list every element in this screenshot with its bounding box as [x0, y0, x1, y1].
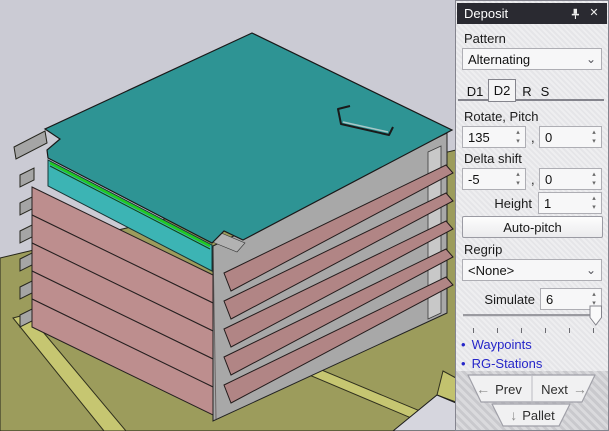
simulate-slider-track[interactable] — [463, 314, 601, 317]
spinner-buttons[interactable]: ▴ ▾ — [511, 127, 525, 147]
spin-up-icon: ▴ — [516, 171, 520, 178]
slider-tick — [569, 328, 570, 333]
pallet-button-label: Pallet — [522, 407, 555, 423]
height-value: 1 — [544, 195, 552, 211]
prev-button[interactable]: ← Prev — [469, 379, 529, 399]
separator: , — [531, 130, 535, 145]
spin-down-icon: ▾ — [592, 204, 596, 211]
pitch-field[interactable]: 0 ▴ ▾ — [539, 126, 602, 148]
pattern-dropdown[interactable]: Alternating ⌄ — [462, 48, 602, 70]
regrip-dropdown-value: <None> — [468, 262, 515, 278]
pallet-button[interactable]: ↓ Pallet — [490, 405, 575, 425]
spin-up-icon: ▴ — [592, 195, 596, 202]
pin-icon[interactable] — [569, 8, 581, 20]
tab-d1[interactable]: D1 — [462, 81, 488, 101]
separator: , — [531, 172, 535, 187]
spinner-buttons[interactable]: ▴ ▾ — [511, 169, 525, 189]
delta-x-value: -5 — [468, 171, 480, 187]
spin-down-icon: ▾ — [592, 180, 596, 187]
waypoints-link-label: Waypoints — [471, 337, 532, 352]
tab-r[interactable]: R — [519, 81, 535, 101]
spin-down-icon: ▾ — [516, 180, 520, 187]
next-button-label: Next — [541, 381, 568, 397]
rotate-value: 135 — [468, 129, 490, 145]
spin-down-icon: ▾ — [516, 138, 520, 145]
prev-button-label: Prev — [495, 381, 522, 397]
chevron-down-icon: ⌄ — [585, 263, 596, 277]
spin-down-icon: ▾ — [592, 138, 596, 145]
spinner-buttons[interactable]: ▴ ▾ — [587, 193, 601, 213]
simulate-label: Simulate — [484, 292, 535, 307]
rg-stations-link-label: RG-Stations — [471, 356, 543, 371]
chevron-down-icon: ⌄ — [585, 52, 596, 66]
3d-viewport[interactable] — [0, 0, 456, 431]
spin-up-icon: ▴ — [516, 129, 520, 136]
spinner-buttons[interactable]: ▴ ▾ — [587, 127, 601, 147]
spinner-buttons[interactable]: ▴ ▾ — [587, 169, 601, 189]
regrip-dropdown[interactable]: <None> ⌄ — [462, 259, 602, 281]
spin-up-icon: ▴ — [592, 171, 596, 178]
arrow-down-icon: ↓ — [510, 407, 518, 423]
next-button[interactable]: Next → — [533, 379, 595, 399]
arrow-right-icon: → — [572, 381, 587, 397]
rotate-pitch-label: Rotate, Pitch — [464, 109, 539, 124]
pitch-value: 0 — [545, 129, 553, 145]
height-label: Height — [494, 196, 532, 211]
simulate-value: 6 — [546, 291, 554, 307]
waypoints-link[interactable]: • Waypoints — [461, 337, 532, 352]
slider-tick — [497, 328, 498, 333]
arrow-left-icon: ← — [476, 381, 491, 397]
tab-underline — [458, 99, 604, 101]
panel-header[interactable]: Deposit ✕ — [457, 3, 607, 24]
bullet-icon: • — [461, 356, 466, 371]
simulate-slider-thumb[interactable] — [589, 305, 603, 326]
rg-stations-link[interactable]: • RG-Stations — [461, 356, 542, 371]
rotate-field[interactable]: 135 ▴ ▾ — [462, 126, 526, 148]
slider-tick — [545, 328, 546, 333]
slider-tick — [521, 328, 522, 333]
slider-tick — [473, 328, 474, 333]
pattern-label: Pattern — [464, 31, 506, 46]
tab-d2[interactable]: D2 — [488, 79, 516, 102]
delta-y-value: 0 — [545, 171, 553, 187]
delta-y-field[interactable]: 0 ▴ ▾ — [539, 168, 602, 190]
close-icon[interactable]: ✕ — [588, 8, 600, 20]
panel-title: Deposit — [464, 6, 509, 21]
application-window: Deposit ✕ Pattern Alternating ⌄ D1 D2 R … — [0, 0, 609, 431]
delta-x-field[interactable]: -5 ▴ ▾ — [462, 168, 526, 190]
spin-up-icon: ▴ — [592, 129, 596, 136]
slider-tick — [593, 328, 594, 333]
bullet-icon: • — [461, 337, 466, 352]
regrip-label: Regrip — [464, 242, 503, 257]
delta-shift-label: Delta shift — [464, 151, 522, 166]
auto-pitch-button[interactable]: Auto-pitch — [462, 216, 603, 238]
height-field[interactable]: 1 ▴ ▾ — [538, 192, 602, 214]
spin-up-icon: ▴ — [592, 291, 596, 298]
pattern-dropdown-value: Alternating — [468, 51, 531, 67]
tab-s[interactable]: S — [537, 81, 553, 101]
